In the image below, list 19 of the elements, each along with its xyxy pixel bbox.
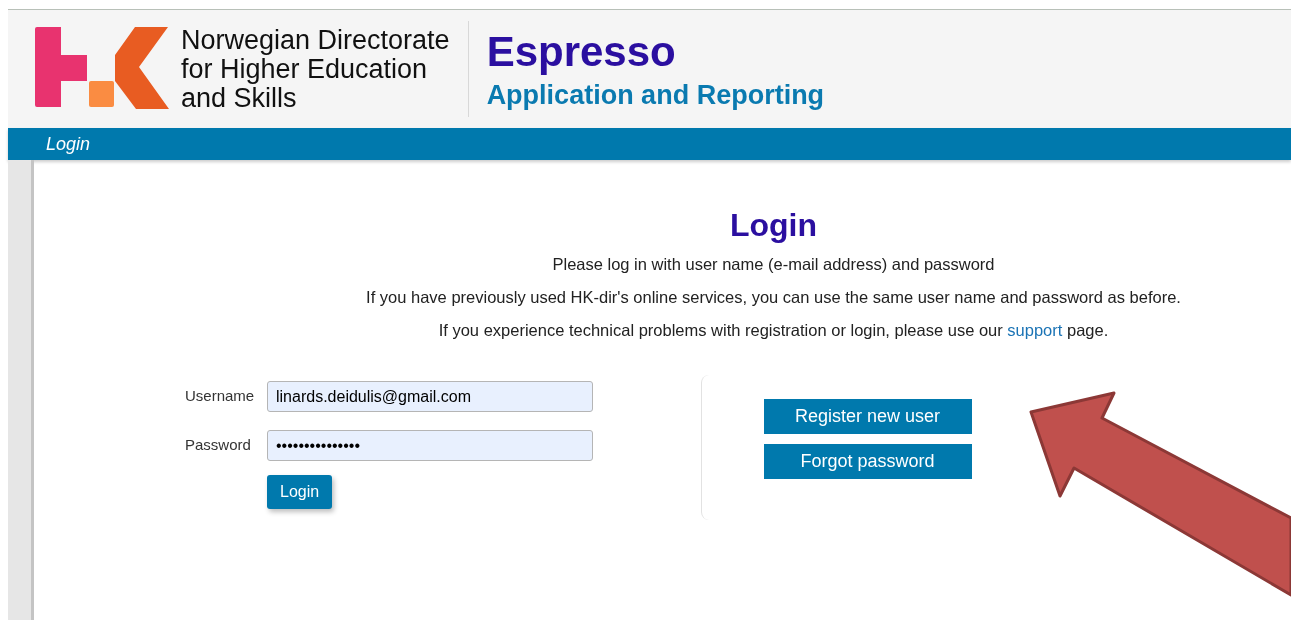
app-subtitle: Application and Reporting (486, 79, 825, 112)
organization-name: Norwegian Directorate (181, 25, 450, 55)
instruction-text: Please log in with user name (e-mail address) and password (552, 254, 995, 275)
support-link[interactable]: support (1007, 321, 1063, 339)
action-button[interactable]: Register new user (763, 399, 972, 434)
instruction-text: If you experience technical problems with registration or login, please use our support page. (438, 320, 1109, 341)
instruction-text: If you have previously used HK-dir's online services, you can use the same user name and password as before. (366, 287, 1181, 308)
login-button[interactable]: Login (267, 475, 333, 509)
organization-name: for Higher Education (181, 54, 429, 84)
field-label: Password (185, 435, 252, 456)
page-title: Login (729, 206, 818, 245)
logo-icon (35, 27, 171, 111)
app-title: Espresso (486, 28, 677, 76)
nav-link[interactable]: Login (46, 130, 91, 158)
field-label: Username (185, 386, 256, 407)
input-field[interactable]: linards.deidulis@gmail.com (267, 381, 593, 412)
organization-name: and Skills (181, 83, 297, 113)
action-button[interactable]: Forgot password (763, 444, 972, 479)
input-field[interactable]: ••••••••••••••• (267, 430, 593, 461)
